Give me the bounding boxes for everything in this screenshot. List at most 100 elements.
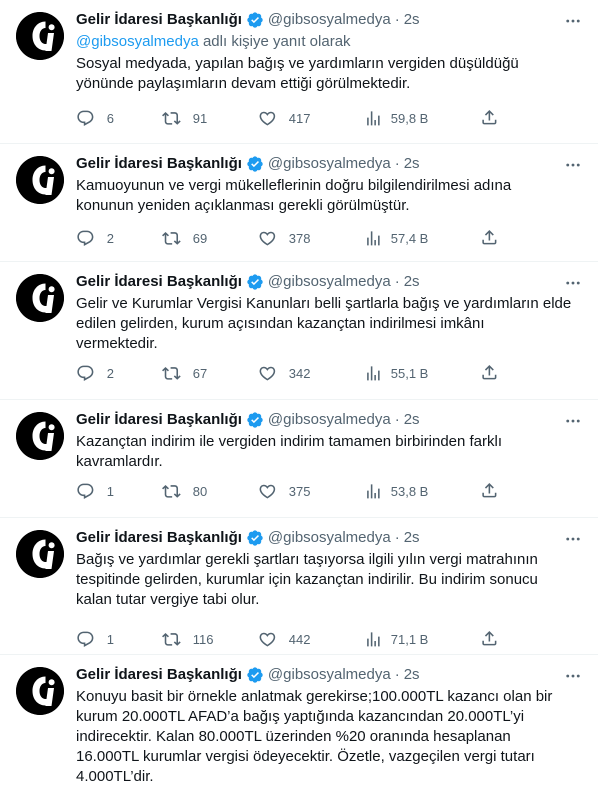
- reply-context: @gibsosyalmedya adlı kişiye yanıt olarak: [76, 32, 582, 52]
- tweet[interactable]: Gelir İdaresi Başkanlığı @gibsosyalmedya ·…: [0, 0, 598, 144]
- tweet-text-line: kurum 20.000TL AFAD’a bağış yaptığında k…: [76, 708, 525, 725]
- avatar[interactable]: [16, 156, 64, 204]
- author-handle[interactable]: @gibsosyalmedya: [268, 272, 391, 292]
- author-name[interactable]: Gelir İdaresi Başkanlığı: [76, 528, 242, 548]
- like-button[interactable]: 378: [258, 228, 310, 248]
- verified-badge-icon: [246, 11, 264, 29]
- like-icon: [258, 229, 277, 248]
- author-handle[interactable]: @gibsosyalmedya: [268, 10, 391, 30]
- author-handle[interactable]: @gibsosyalmedya: [268, 665, 391, 685]
- retweet-button[interactable]: 91: [162, 108, 207, 128]
- reply-button[interactable]: 1: [76, 481, 114, 501]
- more-icon[interactable]: [564, 156, 582, 174]
- author-name[interactable]: Gelir İdaresi Başkanlığı: [76, 10, 242, 30]
- avatar[interactable]: [16, 274, 64, 322]
- avatar[interactable]: [16, 667, 64, 715]
- tweet-text-line: edilen gelirden, kurum açısından kazançt…: [76, 315, 485, 332]
- share-icon: [480, 363, 499, 382]
- reply-button-count: 1: [106, 483, 114, 499]
- tweet-actions: 1 116 442 71,1 B: [76, 629, 499, 649]
- share-button[interactable]: [480, 363, 499, 382]
- avatar[interactable]: [16, 412, 64, 460]
- timestamp[interactable]: 2s: [404, 410, 420, 430]
- retweet-button[interactable]: 80: [162, 481, 207, 501]
- tweet-header: Gelir İdaresi Başkanlığı @gibsosyalmedya ·…: [76, 410, 582, 430]
- author-handle[interactable]: @gibsosyalmedya: [268, 528, 391, 548]
- separator-dot: ·: [394, 411, 400, 428]
- reply-button[interactable]: 2: [76, 363, 114, 383]
- more-icon[interactable]: [564, 12, 582, 30]
- reply-button-count: 1: [106, 631, 114, 647]
- like-button-count: 442: [288, 631, 311, 647]
- tweet-text-line: kalan tutar vergiye tabi olur.: [76, 591, 260, 608]
- views-button[interactable]: 59,8 B: [364, 108, 428, 128]
- views-button-count: 53,8 B: [390, 483, 429, 499]
- retweet-icon: [162, 364, 181, 383]
- tweet-text: Gelir ve Kurumlar Vergisi Kanunları bell…: [76, 294, 582, 354]
- reply-mention-link[interactable]: @gibsosyalmedya: [76, 33, 199, 50]
- like-button[interactable]: 417: [258, 108, 310, 128]
- views-button[interactable]: 55,1 B: [364, 363, 428, 383]
- share-button[interactable]: [480, 228, 499, 247]
- tweet[interactable]: Gelir İdaresi Başkanlığı @gibsosyalmedya ·…: [0, 655, 598, 791]
- tweet-text-line: tespitinde gelirden, kurumlar için kazan…: [76, 571, 538, 588]
- like-button[interactable]: 442: [258, 629, 310, 649]
- timestamp[interactable]: 2s: [404, 665, 420, 685]
- reply-icon: [76, 364, 95, 383]
- author-name[interactable]: Gelir İdaresi Başkanlığı: [76, 272, 242, 292]
- reply-button[interactable]: 1: [76, 629, 114, 649]
- tweet-text-line: Konuyu basit bir örnekle anlatmak gereki…: [76, 688, 553, 705]
- avatar[interactable]: [16, 12, 64, 60]
- retweet-button-count: 80: [192, 483, 208, 499]
- tweet-header: Gelir İdaresi Başkanlığı @gibsosyalmedya ·…: [76, 272, 582, 292]
- like-button-count: 378: [288, 230, 311, 246]
- author-handle[interactable]: @gibsosyalmedya: [268, 410, 391, 430]
- timestamp[interactable]: 2s: [404, 528, 420, 548]
- verified-badge-icon: [246, 666, 264, 684]
- views-button-count: 55,1 B: [390, 365, 429, 381]
- tweet-actions: 2 69 378 57,4 B: [76, 228, 499, 248]
- author-name[interactable]: Gelir İdaresi Başkanlığı: [76, 154, 242, 174]
- retweet-button-count: 91: [192, 110, 208, 126]
- timestamp[interactable]: 2s: [404, 10, 420, 30]
- like-button[interactable]: 375: [258, 481, 310, 501]
- tweet-text-line: Kazançtan indirim ile vergiden indirim t…: [76, 433, 503, 450]
- timestamp[interactable]: 2s: [404, 272, 420, 292]
- retweet-icon: [162, 109, 181, 128]
- reply-button[interactable]: 6: [76, 108, 114, 128]
- more-icon[interactable]: [564, 667, 582, 685]
- share-icon: [480, 228, 499, 247]
- tweet-text-line: konunun yeniden açıklanması gerekli görü…: [76, 197, 410, 214]
- share-button[interactable]: [480, 108, 499, 127]
- tweet-header: Gelir İdaresi Başkanlığı @gibsosyalmedya ·…: [76, 10, 582, 30]
- avatar[interactable]: [16, 530, 64, 578]
- author-name[interactable]: Gelir İdaresi Başkanlığı: [76, 410, 242, 430]
- reply-button-count: 2: [106, 230, 114, 246]
- tweet[interactable]: Gelir İdaresi Başkanlığı @gibsosyalmedya ·…: [0, 518, 598, 655]
- more-icon[interactable]: [564, 530, 582, 548]
- author-name[interactable]: Gelir İdaresi Başkanlığı: [76, 665, 242, 685]
- tweet-text-line: 16.000TL kurumlar vergisi ödeyecektir. Ö…: [76, 748, 535, 765]
- retweet-button[interactable]: 116: [162, 629, 213, 649]
- views-button[interactable]: 53,8 B: [364, 481, 428, 501]
- author-handle[interactable]: @gibsosyalmedya: [268, 154, 391, 174]
- tweet[interactable]: Gelir İdaresi Başkanlığı @gibsosyalmedya ·…: [0, 144, 598, 262]
- share-button[interactable]: [480, 629, 499, 648]
- more-icon[interactable]: [564, 274, 582, 292]
- tweet-text-line: Gelir ve Kurumlar Vergisi Kanunları bell…: [76, 295, 572, 312]
- tweet-content: Gelir İdaresi Başkanlığı @gibsosyalmedya ·…: [76, 10, 582, 94]
- more-icon[interactable]: [564, 412, 582, 430]
- timestamp[interactable]: 2s: [404, 154, 420, 174]
- retweet-button[interactable]: 67: [162, 363, 207, 383]
- views-button[interactable]: 57,4 B: [364, 228, 428, 248]
- reply-button[interactable]: 2: [76, 228, 114, 248]
- separator-dot: ·: [394, 273, 400, 290]
- tweet[interactable]: Gelir İdaresi Başkanlığı @gibsosyalmedya ·…: [0, 262, 598, 400]
- retweet-button[interactable]: 69: [162, 228, 207, 248]
- views-button[interactable]: 71,1 B: [364, 629, 428, 649]
- views-icon: [364, 630, 383, 649]
- like-button[interactable]: 342: [258, 363, 310, 383]
- tweet[interactable]: Gelir İdaresi Başkanlığı @gibsosyalmedya ·…: [0, 400, 598, 518]
- tweet-text-line: yönünde paylaşımların devam ettiği görül…: [76, 75, 411, 92]
- share-button[interactable]: [480, 481, 499, 500]
